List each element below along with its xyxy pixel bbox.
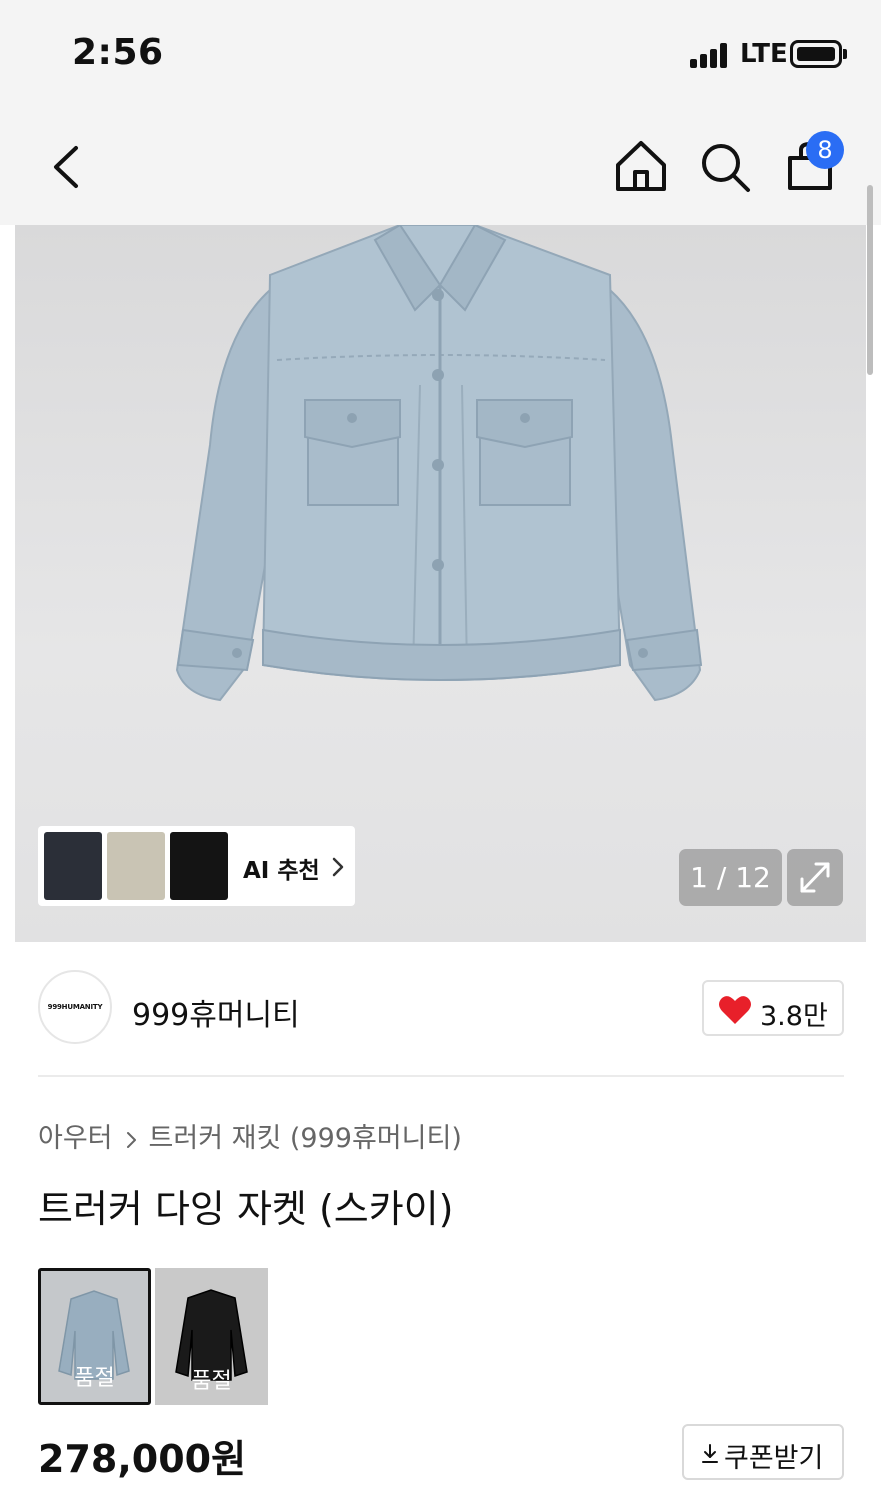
variant-soldout-label: 품절 <box>191 1369 232 1394</box>
chevron-left-icon <box>54 146 78 188</box>
ai-recommend-label: AI 추천 <box>243 858 320 884</box>
variant-black-jacket[interactable]: 품절 <box>155 1268 268 1405</box>
back-button[interactable] <box>32 132 102 202</box>
product-image <box>175 225 703 702</box>
expand-button[interactable] <box>787 849 843 906</box>
cart-count-badge: 8 <box>806 131 844 169</box>
ai-recommend-button[interactable]: AI 추천 <box>38 826 355 906</box>
chevron-right-icon <box>126 1131 136 1148</box>
status-time: 2:56 <box>72 32 164 73</box>
variant-soldout-label: 품절 <box>74 1366 115 1391</box>
coupon-label: 쿠폰받기 <box>724 1443 824 1474</box>
image-page-counter: 1 / 12 <box>679 849 782 906</box>
breadcrumb: 아우터 트러커 재킷 (999휴머니티) <box>38 1116 462 1155</box>
brand-logo-text: 999HUMANITY <box>47 1003 103 1011</box>
status-bar: 2:56 LTE <box>0 0 881 110</box>
home-icon <box>616 141 666 191</box>
brand-name-link[interactable]: 999휴머니티 <box>132 990 300 1034</box>
coupon-button[interactable]: 쿠폰받기 <box>682 1424 844 1480</box>
variant-sky-jacket[interactable]: 품절 <box>38 1268 151 1405</box>
ai-thumb-navy-jacket <box>44 832 102 900</box>
ai-thumb-beige-jacket <box>107 832 165 900</box>
breadcrumb-item-outer[interactable]: 아우터 <box>38 1123 113 1154</box>
like-button[interactable]: 3.8만 <box>702 980 844 1036</box>
breadcrumb-item-category[interactable]: 트러커 재킷 (999휴머니티) <box>149 1123 462 1154</box>
download-icon <box>702 1444 718 1463</box>
search-button[interactable] <box>690 132 760 202</box>
signal-icon <box>690 42 732 68</box>
brand-row: 999HUMANITY 999휴머니티 3.8만 <box>38 970 844 1050</box>
divider <box>38 1075 844 1077</box>
expand-icon <box>800 862 830 893</box>
chevron-right-icon <box>332 857 344 877</box>
like-count: 3.8만 <box>760 1001 828 1032</box>
heart-icon <box>719 996 751 1024</box>
product-title: 트러커 다잉 자켓 (스카이) <box>38 1187 454 1231</box>
product-gallery[interactable]: AI 추천 1 / 12 <box>15 225 866 942</box>
brand-logo[interactable]: 999HUMANITY <box>38 970 112 1044</box>
network-label: LTE <box>740 39 788 69</box>
product-price: 278,000원 <box>38 1437 247 1481</box>
home-button[interactable] <box>605 132 675 202</box>
ai-thumb-black-jacket <box>170 832 228 900</box>
search-icon <box>702 144 750 192</box>
scrollbar-thumb[interactable] <box>867 185 873 375</box>
battery-icon <box>790 40 848 68</box>
nav-bar <box>0 110 881 225</box>
